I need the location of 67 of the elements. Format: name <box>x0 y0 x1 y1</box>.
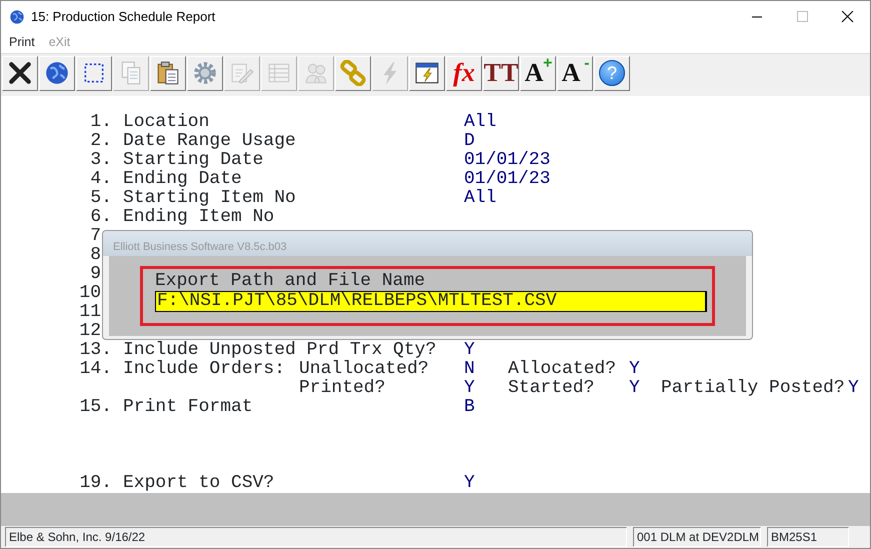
window-lightning-icon <box>414 60 440 86</box>
export-path-field[interactable]: F:\NSI.PJT\85\DLM\RELBEPS\MTLTEST.CSV <box>155 290 707 312</box>
window-title: 15: Production Schedule Report <box>31 8 216 26</box>
option-number: 6. <box>89 208 113 228</box>
option-value: Y <box>629 379 641 398</box>
option-number: 2. <box>89 132 113 152</box>
option-value: 01/01/23 <box>464 151 550 170</box>
option-number: 10 <box>78 284 102 304</box>
toolbar-button[interactable]: A+ <box>520 56 556 91</box>
option-label: Starting Date <box>123 151 264 170</box>
option-value: Y <box>464 474 475 494</box>
option-number: 13. <box>78 341 113 360</box>
option-question: Partially Posted? <box>661 379 846 398</box>
option-value: Y <box>629 360 641 380</box>
menu-item[interactable]: Print <box>9 33 35 52</box>
option-value: B <box>464 398 475 418</box>
option-number: 19. <box>78 474 113 494</box>
option-label: Include Unposted Prd Trx Qty? <box>123 341 438 360</box>
option-value: Y <box>464 341 475 360</box>
option-number: 11 <box>78 303 102 322</box>
option-label: Export to CSV? <box>123 474 276 494</box>
option-question: Printed? <box>299 379 386 398</box>
option-label: Location <box>123 113 210 132</box>
toolbar-button[interactable]: TT <box>483 56 519 91</box>
option-label: Print Format <box>123 398 254 418</box>
option-label: Ending Item No <box>123 208 276 228</box>
status-panel: BM25S1 <box>767 527 849 547</box>
option-question: Started? <box>508 379 596 398</box>
close-icon[interactable] <box>840 10 855 23</box>
toolbar-button[interactable]: A- <box>557 56 593 91</box>
gear-icon <box>192 60 218 86</box>
option-label: Ending Date <box>123 170 243 190</box>
field-label: Export Path and File Name <box>155 270 426 291</box>
option-number: 9 <box>89 265 102 284</box>
option-number: 14. <box>78 360 113 380</box>
dialog-title: Elliott Business Software V8.5c.b03 <box>103 231 752 256</box>
option-label: Starting Item No <box>123 189 297 208</box>
option-value: D <box>464 132 475 152</box>
x-icon <box>7 60 33 86</box>
toolbar-button[interactable] <box>39 56 75 91</box>
option-label: Include Orders: <box>123 360 286 380</box>
option-question: Unallocated? <box>299 360 430 380</box>
globe-icon <box>44 60 70 86</box>
option-value: All <box>464 113 496 132</box>
option-value: Y <box>848 379 859 398</box>
globe-icon <box>9 8 25 25</box>
option-value: Y <box>464 379 476 398</box>
clipboard-icon <box>155 60 181 86</box>
toolbar-button[interactable] <box>150 56 186 91</box>
toolbar-button[interactable]: fx <box>446 56 482 91</box>
option-number: 4. <box>89 170 113 190</box>
toolbar-button[interactable] <box>76 56 112 91</box>
toolbar-button[interactable] <box>409 56 445 91</box>
option-value: 01/01/23 <box>464 170 550 190</box>
option-number: 5. <box>89 189 113 208</box>
status-panel: Elbe & Sohn, Inc. 9/16/22 <box>5 527 627 547</box>
option-label: Date Range Usage <box>123 132 297 152</box>
toolbar-button[interactable] <box>2 56 38 91</box>
chain-icon <box>340 60 366 86</box>
option-number: 3. <box>89 151 113 170</box>
option-question: Allocated? <box>508 360 618 380</box>
option-number: 15. <box>78 398 113 418</box>
option-value: All <box>464 189 496 208</box>
option-value: N <box>464 360 476 380</box>
option-number: 1. <box>89 113 113 132</box>
option-number: 12 <box>78 322 102 342</box>
status-panel: 001 DLM at DEV2DLM <box>633 527 761 547</box>
